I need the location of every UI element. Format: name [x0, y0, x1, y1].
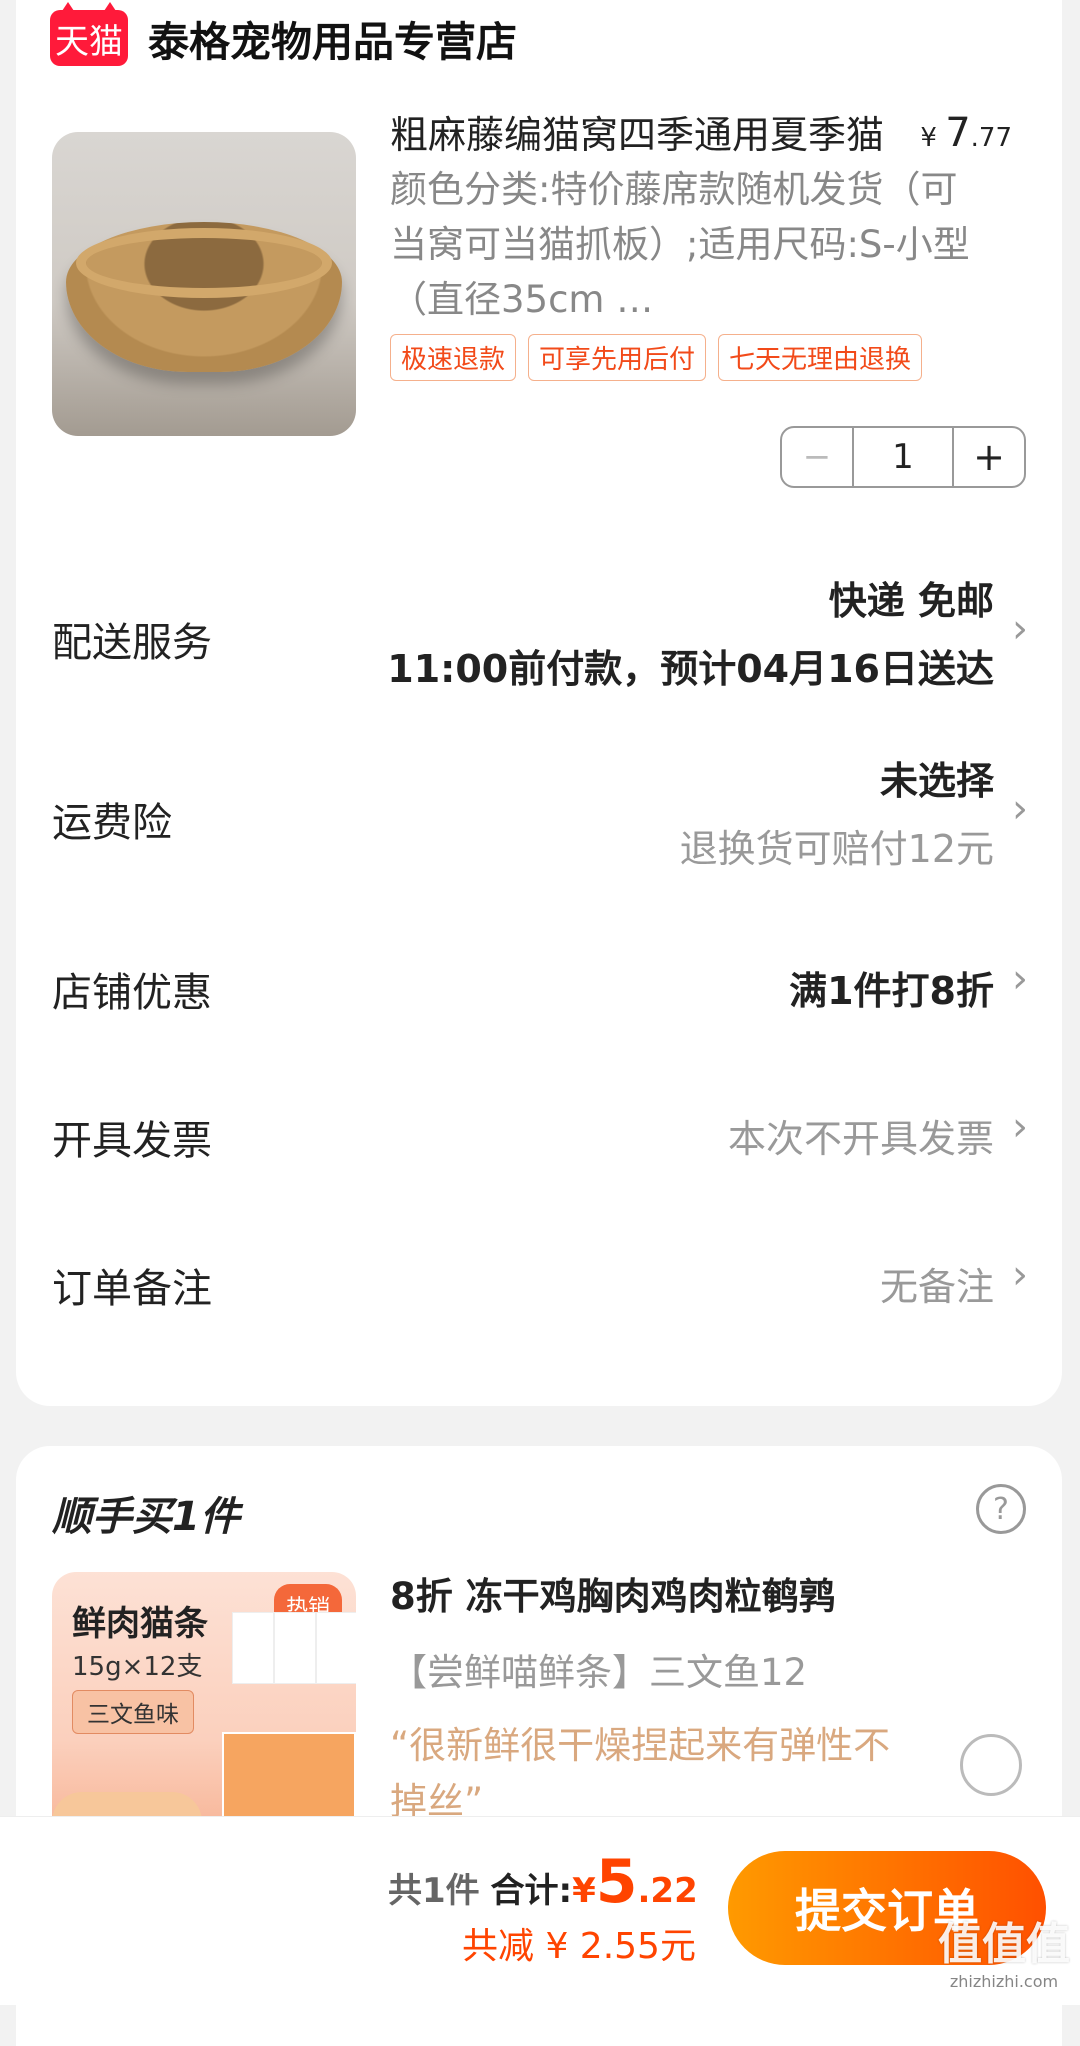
- product-price: ¥ 7.77: [920, 110, 1012, 156]
- order-total: 共1件 合计:¥5.22: [388, 1847, 698, 1917]
- store-name[interactable]: 泰格宠物用品专营店: [148, 8, 517, 68]
- image-title: 鲜肉猫条: [72, 1604, 208, 1644]
- pouch-graphic: [274, 1612, 316, 1684]
- tag-seven-day-return: 七天无理由退换: [718, 334, 923, 381]
- total-label: 合计:: [490, 1871, 573, 1911]
- basket-illustration: [66, 222, 342, 372]
- quantity-input[interactable]: 1: [854, 428, 954, 486]
- addon-select-checkbox[interactable]: [960, 1734, 1022, 1796]
- chevron-right-icon: ›: [1012, 956, 1028, 1002]
- tmall-logo-icon: 天猫: [50, 2, 128, 66]
- product-image[interactable]: [52, 132, 356, 436]
- addon-product-title[interactable]: 8折 冻干鸡胸肉鸡肉粒鹌鹑: [390, 1566, 836, 1620]
- delivery-eta: 11:00前付款，预计04月16日送达: [387, 647, 994, 691]
- tag-fast-refund: 极速退款: [390, 334, 517, 381]
- insurance-note: 退换货可赔付12元: [679, 827, 994, 871]
- insurance-label: 运费险: [52, 800, 172, 846]
- store-header[interactable]: 天猫 泰格宠物用品专营店: [50, 2, 517, 68]
- delivery-method: 快递 免邮: [828, 579, 994, 623]
- product-title[interactable]: 粗麻藤编猫窝四季通用夏季猫: [390, 104, 884, 159]
- total-price: ¥5.22: [572, 1847, 698, 1917]
- checkout-bar: 共1件 合计:¥5.22 共减 ¥ 2.55元 提交订单 值值值 zhizhiz…: [0, 1816, 1080, 2005]
- note-label: 订单备注: [52, 1266, 212, 1312]
- discount-value: 满1件打8折: [789, 969, 994, 1013]
- item-count: 共1件: [388, 1871, 480, 1911]
- quantity-plus-button[interactable]: +: [954, 428, 1024, 486]
- quantity-minus-button[interactable]: −: [782, 428, 854, 486]
- chevron-right-icon: ›: [1012, 606, 1028, 652]
- total-discount: 共减 ¥ 2.55元: [462, 1926, 696, 1967]
- addon-product-subtitle: 【尝鲜喵鲜条】三文鱼12: [390, 1651, 808, 1694]
- chevron-right-icon: ›: [1012, 1104, 1028, 1150]
- note-value: 无备注: [879, 1265, 994, 1309]
- tag-pay-later: 可享先用后付: [528, 334, 707, 381]
- invoice-label: 开具发票: [52, 1118, 212, 1164]
- invoice-row[interactable]: 开具发票 本次不开具发票 ›: [16, 1104, 1062, 1168]
- pouch-graphic: [232, 1612, 274, 1684]
- addon-title: 顺手买1件: [52, 1494, 240, 1540]
- store-discount-row[interactable]: 店铺优惠 满1件打8折 ›: [16, 956, 1062, 1020]
- delivery-label: 配送服务: [52, 620, 212, 666]
- image-subtitle: 15g×12支: [72, 1652, 203, 1682]
- order-card: 天猫 泰格宠物用品专营店 粗麻藤编猫窝四季通用夏季猫 ¥ 7.77 颜色分类:特…: [16, 0, 1062, 1406]
- product-tags: 极速退款 可享先用后付 七天无理由退换: [390, 334, 923, 381]
- addon-product-image[interactable]: 鲜肉猫条 15g×12支 三文鱼味 热销爆款: [52, 1572, 356, 1852]
- discount-label: 店铺优惠: [52, 970, 212, 1016]
- chevron-right-icon: ›: [1012, 1252, 1028, 1298]
- help-icon[interactable]: ?: [976, 1484, 1026, 1534]
- invoice-value: 本次不开具发票: [727, 1117, 994, 1161]
- product-spec[interactable]: 颜色分类:特价藤席款随机发货（可当窝可当猫抓板）;适用尺码:S-小型（直径35c…: [390, 162, 970, 327]
- quantity-stepper: − 1 +: [780, 426, 1026, 488]
- insurance-status: 未选择: [879, 759, 994, 803]
- delivery-row[interactable]: 配送服务 快递 免邮 11:00前付款，预计04月16日送达 ›: [16, 570, 1062, 700]
- order-note-row[interactable]: 订单备注 无备注 ›: [16, 1252, 1062, 1316]
- watermark-logo: 值值值 zhizhizhi.com: [938, 1919, 1070, 1991]
- pouch-graphic: [316, 1612, 356, 1684]
- addon-product-review: “很新鲜很干燥捏起来有弹性不掉丝”: [390, 1724, 891, 1823]
- shipping-insurance-row[interactable]: 运费险 未选择 退换货可赔付12元 ›: [16, 750, 1062, 880]
- chevron-right-icon: ›: [1012, 786, 1028, 832]
- image-flavor-label: 三文鱼味: [72, 1690, 194, 1734]
